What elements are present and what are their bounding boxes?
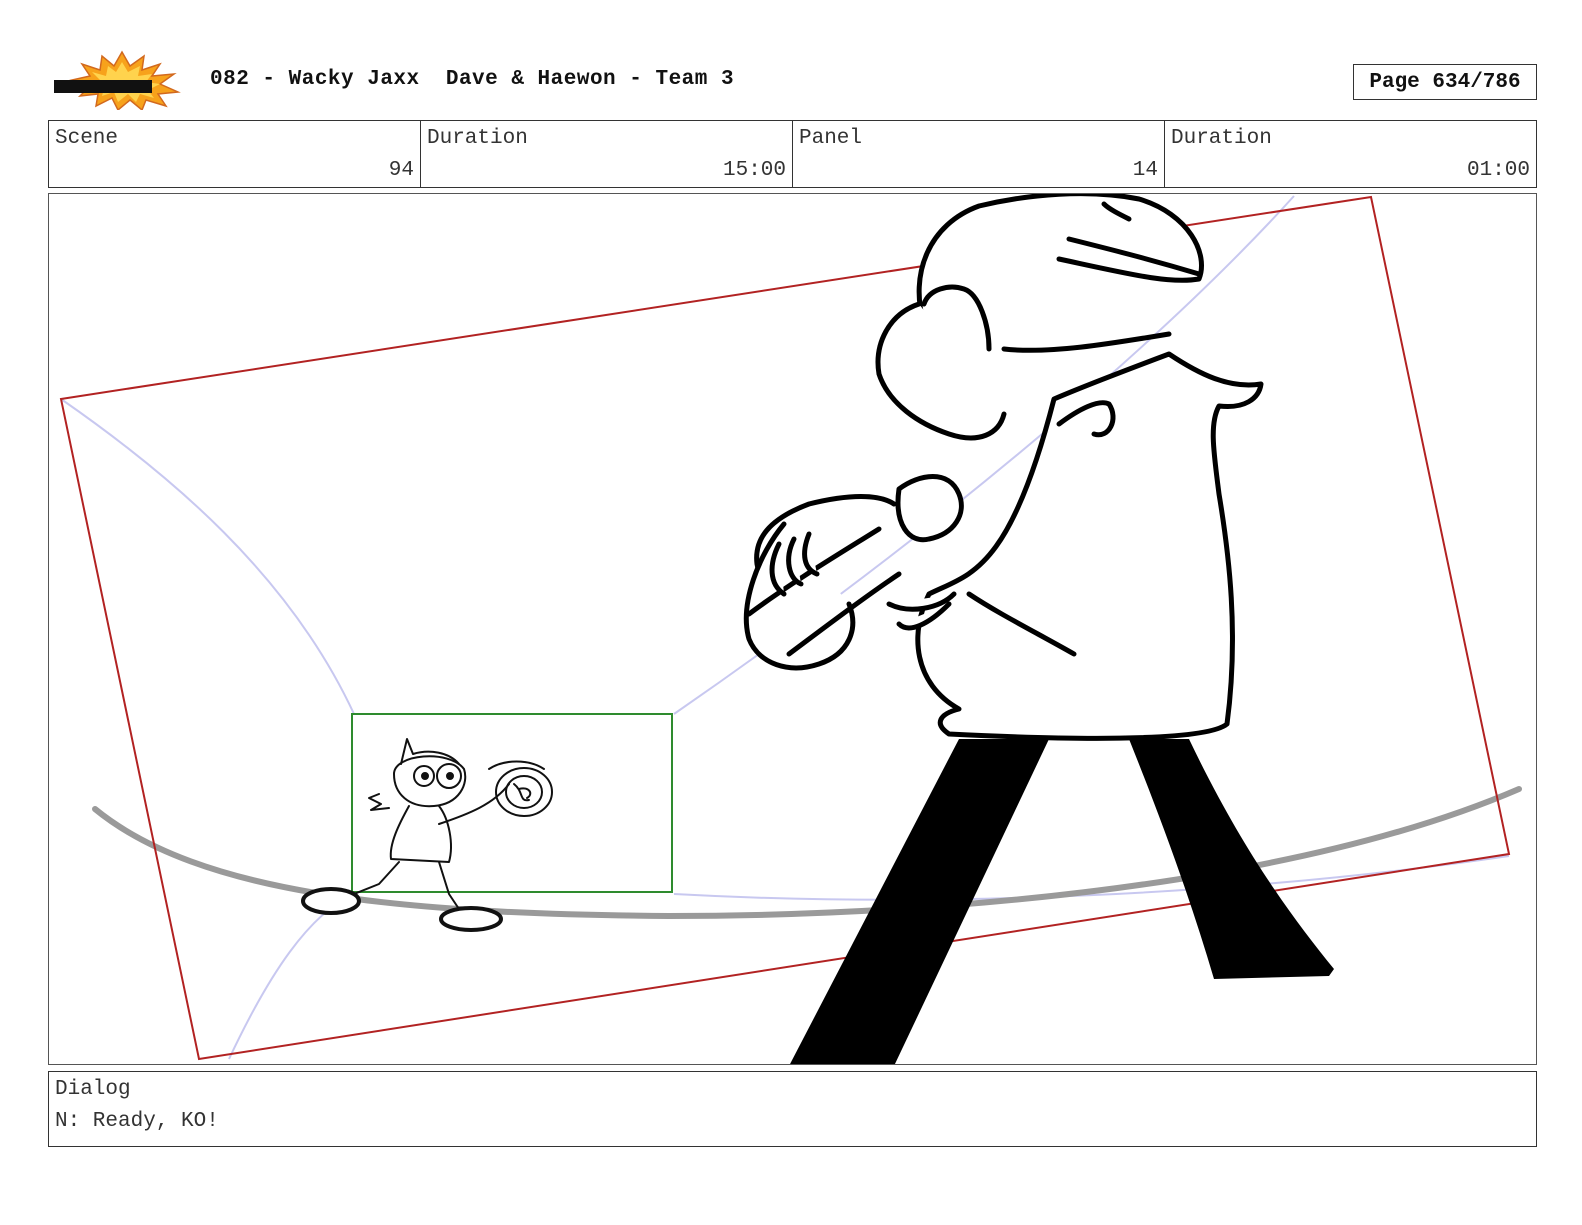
- dialog-label: Dialog: [55, 1078, 131, 1101]
- panel-label: Panel: [799, 127, 863, 150]
- large-character-body: [875, 194, 1264, 741]
- scene-value: 94: [388, 159, 414, 182]
- storyboard-panel: [48, 193, 1537, 1065]
- scene-duration-cell: Duration 15:00: [421, 121, 793, 187]
- panel-duration-label: Duration: [1171, 127, 1272, 150]
- scene-cell: Scene 94: [49, 121, 421, 187]
- small-character: [353, 738, 553, 910]
- panel-info-row: Scene 94 Duration 15:00 Panel 14 Duratio…: [48, 120, 1537, 188]
- toon-boom-logo-icon: [52, 50, 192, 112]
- page-number: Page 634/786: [1353, 64, 1537, 100]
- dialog-text: N: Ready, KO!: [55, 1110, 219, 1133]
- panel-duration-value: 01:00: [1466, 159, 1530, 182]
- storyboard-sketch-icon: [59, 194, 1522, 1064]
- panel-cell: Panel 14: [793, 121, 1165, 187]
- panel-value: 14: [1132, 159, 1158, 182]
- scene-label: Scene: [55, 127, 119, 150]
- scene-duration-label: Duration: [427, 127, 528, 150]
- small-character-shoes: [301, 887, 503, 932]
- large-character-legs: [790, 739, 1334, 1064]
- dialog-box: Dialog N: Ready, KO!: [48, 1071, 1537, 1147]
- document-title: 082 - Wacky Jaxx Dave & Haewon - Team 3: [210, 68, 735, 91]
- scene-duration-value: 15:00: [722, 159, 786, 182]
- panel-duration-cell: Duration 01:00: [1165, 121, 1536, 187]
